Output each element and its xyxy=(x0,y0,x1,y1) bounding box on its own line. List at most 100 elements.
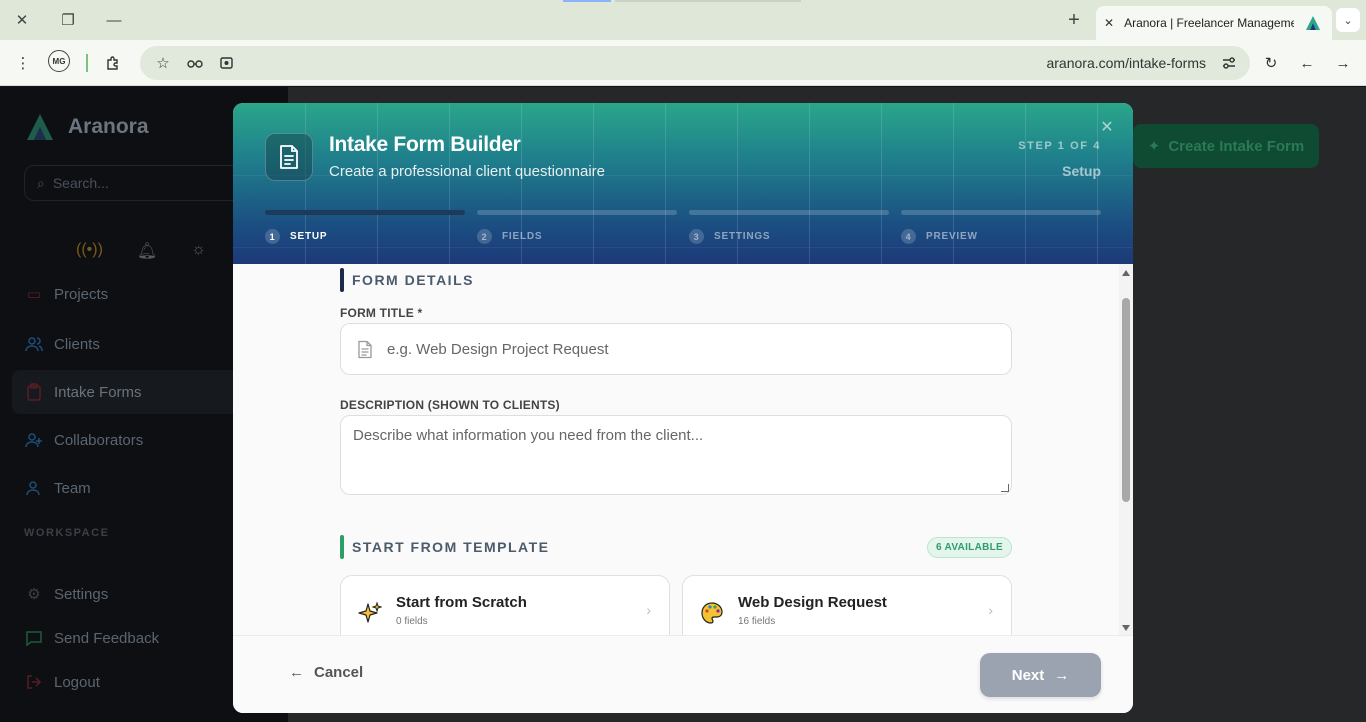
create-intake-form-label: Create Intake Form xyxy=(1168,137,1305,155)
scroll-down-arrow-icon[interactable] xyxy=(1122,625,1130,631)
sun-icon[interactable]: ☼ xyxy=(191,241,206,261)
incognito-glasses-icon[interactable] xyxy=(182,50,208,76)
step-fields[interactable]: 2 FIELDS xyxy=(477,229,542,244)
modal-scrollbar[interactable] xyxy=(1119,264,1133,635)
description-textarea[interactable]: Describe what information you need from … xyxy=(340,415,1012,495)
profile-avatar[interactable]: MG xyxy=(48,50,70,72)
tab-strip-indicator-secondary xyxy=(615,0,801,2)
brand-name: Aranora xyxy=(68,115,149,138)
create-intake-form-button[interactable]: ✦ Create Intake Form xyxy=(1133,124,1319,168)
template-card-web-design-request[interactable]: Web Design Request 16 fields › xyxy=(682,575,1012,635)
palette-icon xyxy=(699,600,725,626)
window-minimize-icon[interactable]: — xyxy=(102,8,126,32)
tab-title: Aranora | Freelancer Management xyxy=(1124,16,1295,30)
tab-search-chevron-icon[interactable]: ⌄ xyxy=(1336,8,1360,32)
section-title: FORM DETAILS xyxy=(352,272,474,288)
modal-footer: ← Cancel Next → xyxy=(233,635,1133,713)
modal-subtitle: Create a professional client questionnai… xyxy=(329,163,605,180)
aranora-favicon-icon xyxy=(1306,16,1321,30)
sparkle-icon: ✦ xyxy=(1147,138,1161,155)
window-close-icon[interactable]: ✕ xyxy=(10,8,34,32)
cast-media-icon[interactable] xyxy=(214,50,240,76)
extensions-icon[interactable] xyxy=(100,50,126,76)
template-card-start-from-scratch[interactable]: Start from Scratch 0 fields › xyxy=(340,575,670,635)
step-settings[interactable]: 3 SETTINGS xyxy=(689,229,770,244)
progress-bar-fields xyxy=(477,210,677,215)
aranora-logo-icon xyxy=(27,114,53,140)
template-field-count: 16 fields xyxy=(738,616,776,627)
message-icon xyxy=(24,628,44,648)
scrollbar-thumb[interactable] xyxy=(1122,298,1130,502)
section-accent-bar xyxy=(340,268,344,292)
description-label: DESCRIPTION (SHOWN TO CLIENTS) xyxy=(340,398,560,412)
toolbar-divider xyxy=(86,54,88,72)
step-label: PREVIEW xyxy=(926,231,978,242)
step-preview[interactable]: 4 PREVIEW xyxy=(901,229,978,244)
browser-toolbar: ⋮ MG ☆ aranora.com/intake-forms ↻ ← → xyxy=(0,40,1366,86)
step-indicator: STEP 1 OF 4 xyxy=(1018,140,1101,152)
form-title-input[interactable]: e.g. Web Design Project Request xyxy=(340,323,1012,375)
sidebar-item-label: Team xyxy=(54,479,91,497)
brand[interactable]: Aranora xyxy=(24,111,149,143)
sidebar-search-placeholder: Search... xyxy=(52,175,109,191)
templates-available-badge: 6 AVAILABLE xyxy=(926,537,1012,558)
step-number: 1 xyxy=(265,229,280,244)
browser-titlebar: ✕ ❐ — + ✕ Aranora | Freelancer Managemen… xyxy=(0,0,1366,40)
step-label: FIELDS xyxy=(502,231,543,242)
template-field-count: 0 fields xyxy=(396,616,428,627)
bookmark-star-icon[interactable]: ☆ xyxy=(150,50,176,76)
cancel-label: Cancel xyxy=(314,664,364,681)
file-text-icon xyxy=(358,340,372,358)
broadcast-icon[interactable]: ((•)) xyxy=(76,241,103,261)
template-name: Start from Scratch xyxy=(396,594,527,611)
arrow-left-icon: ← xyxy=(289,664,304,681)
window-restore-icon[interactable]: ❐ xyxy=(56,8,80,32)
sidebar-search[interactable]: ⌕ Search... xyxy=(24,165,264,201)
modal-title: Intake Form Builder xyxy=(329,133,521,156)
tab-close-icon[interactable]: ✕ xyxy=(1104,16,1114,30)
progress-bar-settings xyxy=(689,210,889,215)
address-bar[interactable]: ☆ aranora.com/intake-forms xyxy=(140,46,1250,80)
site-settings-icon[interactable] xyxy=(1216,50,1242,76)
progress-bar-preview xyxy=(901,210,1101,215)
resize-handle-icon[interactable] xyxy=(1001,484,1009,492)
team-icon xyxy=(24,478,44,498)
step-label: SETUP xyxy=(290,231,328,242)
cancel-button[interactable]: ← Cancel xyxy=(289,664,363,681)
logout-icon xyxy=(24,672,44,692)
form-title-placeholder: e.g. Web Design Project Request xyxy=(387,340,609,358)
step-number: 3 xyxy=(689,229,704,244)
document-icon xyxy=(265,133,313,181)
sidebar-item-label: Clients xyxy=(54,335,100,353)
folder-icon: ▭ xyxy=(26,286,42,303)
step-number: 4 xyxy=(901,229,916,244)
template-name: Web Design Request xyxy=(738,594,887,611)
reload-icon[interactable]: ↻ xyxy=(1258,50,1284,76)
next-button[interactable]: Next → xyxy=(980,653,1101,697)
url-text[interactable]: aranora.com/intake-forms xyxy=(1046,55,1206,71)
arrow-right-icon: → xyxy=(1054,666,1070,684)
browser-tab-active[interactable]: ✕ Aranora | Freelancer Management xyxy=(1096,6,1332,40)
users-icon xyxy=(24,334,44,354)
modal-body: FORM DETAILS FORM TITLE * e.g. Web Desig… xyxy=(233,264,1133,635)
sidebar-item-label: Settings xyxy=(54,585,109,603)
back-arrow-icon[interactable]: ← xyxy=(1294,50,1320,76)
clipboard-icon xyxy=(24,382,44,402)
browser-menu-icon[interactable]: ⋮ xyxy=(10,50,36,76)
workspace-section-label: WORKSPACE xyxy=(24,527,110,539)
scroll-up-arrow-icon[interactable] xyxy=(1122,270,1130,276)
next-label: Next xyxy=(1011,666,1045,684)
close-icon[interactable]: ✕ xyxy=(1099,119,1115,136)
user-plus-icon xyxy=(24,430,44,450)
step-setup[interactable]: 1 SETUP xyxy=(265,229,327,244)
search-icon: ⌕ xyxy=(37,174,45,191)
section-title: START FROM TEMPLATE xyxy=(352,539,550,555)
chevron-right-icon: › xyxy=(646,602,651,618)
bell-icon[interactable]: 🔔︎ xyxy=(137,241,157,261)
forward-arrow-icon[interactable]: → xyxy=(1330,50,1356,76)
new-tab-icon[interactable]: + xyxy=(1062,8,1086,32)
description-placeholder: Describe what information you need from … xyxy=(353,427,704,444)
step-number: 2 xyxy=(477,229,492,244)
sidebar-item-label: Collaborators xyxy=(54,431,144,449)
sidebar-item-label: Logout xyxy=(54,673,100,691)
